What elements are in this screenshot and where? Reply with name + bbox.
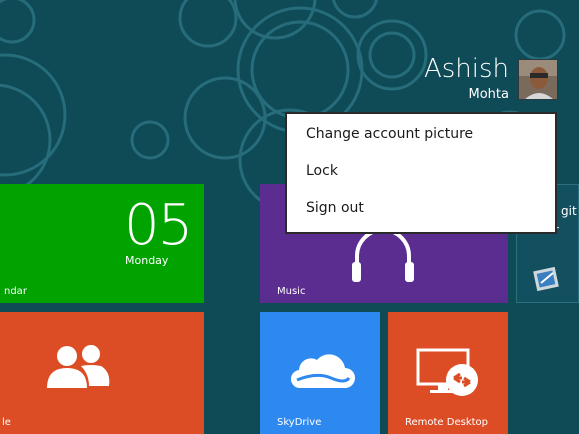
cloud-icon: [290, 354, 355, 389]
app-icon: [533, 266, 559, 292]
change-account-picture-menu-item[interactable]: Change account picture: [306, 126, 473, 142]
remote-desktop-tile-label: Remote Desktop: [405, 417, 489, 428]
remote-desktop-tile[interactable]: Remote Desktop: [388, 312, 508, 434]
lock-menu-item[interactable]: Lock: [306, 163, 338, 179]
calendar-date: 05: [124, 193, 193, 258]
calendar-tile-label: ndar: [4, 286, 27, 297]
headphones-icon: [352, 232, 414, 282]
user-last-name[interactable]: Mohta: [469, 87, 509, 102]
partial-app-label-line1: git: [561, 204, 577, 218]
monitor-arrows-icon: [416, 348, 478, 396]
avatar-image: [519, 60, 557, 99]
sign-out-menu-item[interactable]: Sign out: [306, 200, 364, 216]
user-first-name[interactable]: Ashish: [424, 54, 509, 84]
people-tile-label: le: [2, 417, 11, 428]
music-tile-label: Music: [277, 286, 306, 297]
skydrive-tile-label: SkyDrive: [277, 417, 322, 428]
skydrive-tile[interactable]: SkyDrive: [260, 312, 380, 434]
calendar-day: Monday: [125, 254, 169, 267]
user-avatar[interactable]: [518, 59, 558, 100]
people-icon: [47, 345, 110, 388]
people-tile[interactable]: le: [0, 312, 204, 434]
account-menu: Change account picture Lock Sign out: [285, 112, 557, 234]
